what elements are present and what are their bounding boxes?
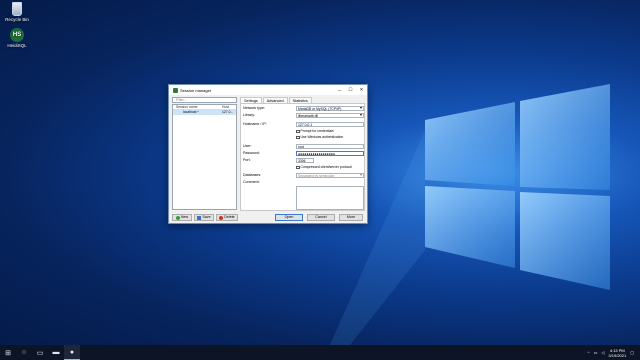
windows-logo-wallpaper [330,84,610,345]
recycle-bin-icon [12,2,22,16]
password-input[interactable]: ●●●●●●●●●●●●●●●●●● [296,151,364,156]
prompt-credentials-checkbox[interactable]: Prompt for credentials [296,129,334,134]
compressed-protocol-checkbox[interactable]: Compressed client/server protocol [296,165,352,170]
plus-icon [175,215,180,220]
user-input[interactable]: root [296,144,364,149]
dialog-title: Session manager [180,87,212,93]
col-session-name[interactable]: Session name [173,105,222,109]
save-icon [197,215,202,220]
hostname-input[interactable]: 127.0.0.1 [296,122,364,127]
dialog-titlebar[interactable]: Session manager ─ ☐ ✕ [169,85,367,95]
system-tray: ^ ▭ ◁ 4:13 PM 3/19/2021 ▢ [588,348,640,358]
delete-button-label: Delete [224,215,235,219]
task-view-icon[interactable]: ▭ [32,345,48,360]
session-tree: Session name Host localhost * 127.0... [172,104,237,210]
user-label: User: [243,144,252,148]
comment-label: Comment: [243,180,260,184]
session-host: 127.0... [222,110,234,114]
search-icon[interactable]: ○ [16,345,32,360]
databases-input[interactable]: Separated by semicolon [296,173,364,178]
open-button[interactable]: Open [275,214,303,221]
desktop-icon-recycle-bin[interactable]: Recycle Bin [0,2,34,22]
session-manager-dialog: Session manager ─ ☐ ✕ Filter... Session … [168,84,368,224]
password-label: Password: [243,151,260,155]
databases-label: Databases: [243,173,262,177]
explorer-icon[interactable]: ▬ [48,345,64,360]
more-button[interactable]: More [339,214,363,221]
chevron-up-icon[interactable]: ^ [588,350,590,355]
delete-icon [219,215,224,220]
network-icon[interactable]: ▭ [594,350,598,355]
network-type-select[interactable]: MariaDB or MySQL (TCP/IP) [296,106,364,111]
library-select[interactable]: libmariadb.dll [296,113,364,118]
port-label: Port: [243,158,251,162]
new-button[interactable]: New [172,214,192,221]
hostname-label: Hostname / IP: [243,122,267,126]
clock[interactable]: 4:13 PM 3/19/2021 [608,348,626,358]
heidisql-icon[interactable]: ● [64,345,80,360]
desktop-icon-heidisql[interactable]: HS HeidiSQL [0,28,34,48]
session-list-pane: Filter... Session name Host localhost * … [172,97,237,211]
comment-textarea[interactable] [296,186,364,210]
volume-icon[interactable]: ◁ [601,350,604,355]
save-button-label: Save [202,215,211,219]
save-button[interactable]: Save [194,214,214,221]
compressed-protocol-label: Compressed client/server protocol [300,165,352,169]
maximize-button[interactable]: ☐ [345,87,356,93]
settings-panel: Network type: MariaDB or MySQL (TCP/IP) … [240,103,365,211]
network-type-label: Network type: [243,106,265,110]
heidisql-icon: HS [10,28,24,42]
recycle-bin-label: Recycle Bin [5,17,29,22]
session-filter-input[interactable]: Filter... [172,97,237,103]
taskbar: ⊞ ○ ▭ ▬ ● ^ ▭ ◁ 4:13 PM 3/19/2021 ▢ [0,345,640,360]
session-name: localhost * [183,110,199,114]
cancel-button[interactable]: Cancel [307,214,335,221]
col-host[interactable]: Host [222,105,236,109]
new-button-label: New [180,215,189,219]
notifications-icon[interactable]: ▢ [630,350,634,355]
close-button[interactable]: ✕ [356,87,367,93]
app-icon [173,87,178,93]
windows-auth-checkbox[interactable]: Use Windows authentication [296,135,343,140]
clock-date: 3/19/2021 [608,352,627,358]
windows-auth-label: Use Windows authentication [300,135,344,139]
session-row-localhost[interactable]: localhost * 127.0... [173,110,236,115]
heidisql-label: HeidiSQL [7,43,27,48]
delete-button[interactable]: Delete [216,214,238,221]
prompt-credentials-label: Prompt for credentials [300,129,334,133]
port-input[interactable]: 3306 [296,158,314,163]
library-label: Library: [243,113,255,117]
clock-time: 4:13 PM [609,347,625,353]
minimize-button[interactable]: ─ [334,88,345,93]
start-icon[interactable]: ⊞ [0,345,16,360]
